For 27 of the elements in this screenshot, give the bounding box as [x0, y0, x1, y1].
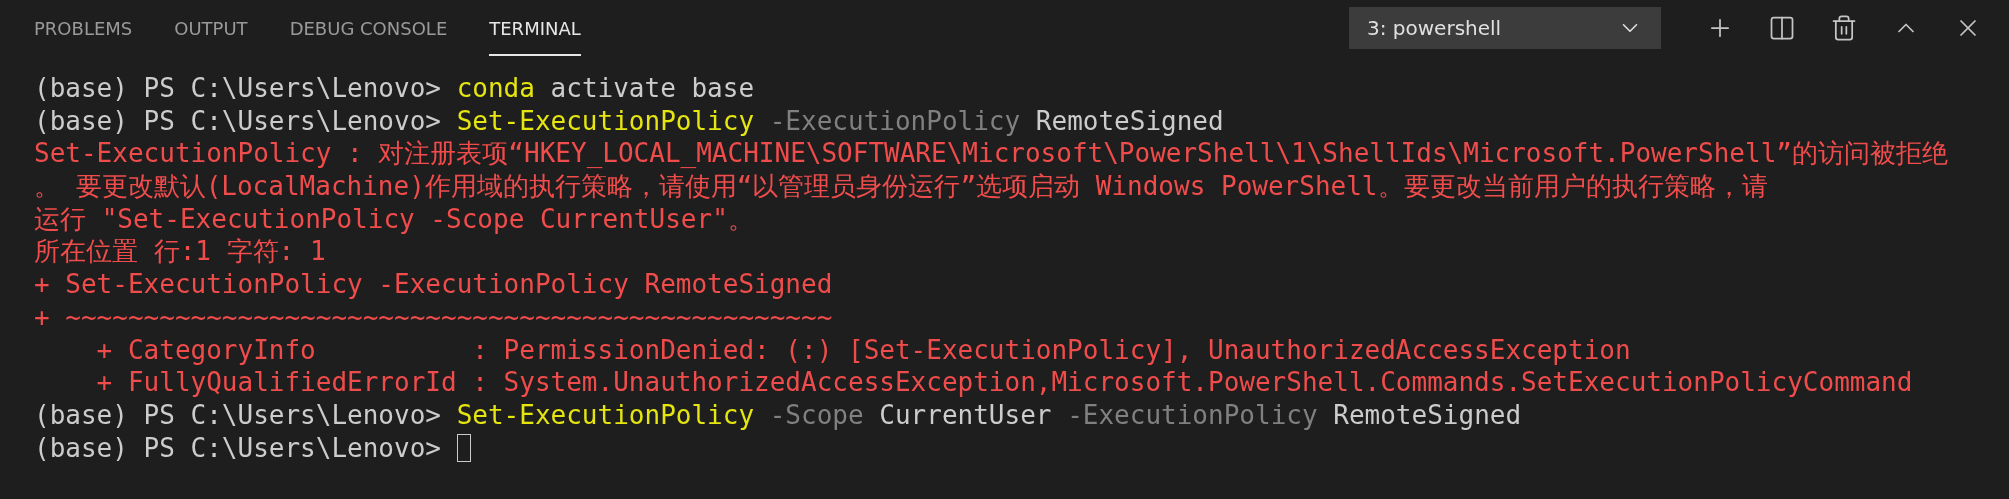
command-text: conda — [456, 72, 535, 105]
argument-text: activate base — [549, 72, 755, 105]
parameter-text: -ExecutionPolicy — [1066, 398, 1318, 432]
panel-tab[interactable]: PROBLEMS — [34, 0, 133, 56]
prompt-text: (base) PS C:\Users\Lenovo> — [34, 104, 442, 138]
prompt-text: (base) PS C:\Users\Lenovo> — [34, 398, 442, 432]
error-text: + Set-ExecutionPolicy -ExecutionPolicy RemoteSigned — [34, 268, 833, 301]
panel-tab[interactable]: DEBUG CONSOLE — [289, 0, 448, 56]
parameter-text: -ExecutionPolicy — [768, 104, 1021, 138]
error-text: 所在位置 行:1 字符: 1 — [34, 235, 326, 269]
error-text: + CategoryInfo : PermissionDenied: (:) [Set-ExecutionPolicy], UnauthorizedAccessException — [95, 333, 1631, 367]
error-text: + FullyQualifiedErrorId : System.UnauthorizedAccessException,Microsoft.PowerShell.Commands.SetExecutionPolicyCommand — [95, 366, 1913, 399]
error-text: 。 要更改默认(LocalMachine)作用域的执行策略，请使用“以管理员身份运行”选项启动 Windows PowerShell。要更改当前用户的执行策略，请 — [34, 170, 1768, 203]
panel-tab[interactable]: OUTPUT — [174, 0, 248, 56]
error-text: Set-ExecutionPolicy : 对注册表项“HKEY_LOCAL_MACHINE\SOFTWARE\Microsoft\PowerShell\1\ShellIds\Microsoft.PowerShell”的访问被拒绝 — [34, 137, 1948, 171]
argument-text: RemoteSigned — [1034, 104, 1224, 138]
prompt-text: (base) PS C:\Users\Lenovo> — [34, 72, 442, 105]
parameter-text: -Scope — [768, 398, 864, 432]
argument-text: CurrentUser — [878, 398, 1052, 432]
terminal-select[interactable]: 3: powershell — [1349, 7, 1661, 49]
error-text: 运行 "Set-ExecutionPolicy -Scope CurrentUser"。 — [34, 202, 754, 236]
panel-tab[interactable]: TERMINAL — [489, 0, 581, 56]
command-text: Set-ExecutionPolicy — [456, 104, 755, 138]
error-text: + ~~~~~~~~~~~~~~~~~~~~~~~~~~~~~~~~~~~~~~~~~~~~~~~~~ — [34, 300, 833, 334]
command-text: Set-ExecutionPolicy — [456, 398, 755, 432]
prompt-text: (base) PS C:\Users\Lenovo> — [34, 431, 442, 465]
argument-text: RemoteSigned — [1332, 398, 1522, 432]
